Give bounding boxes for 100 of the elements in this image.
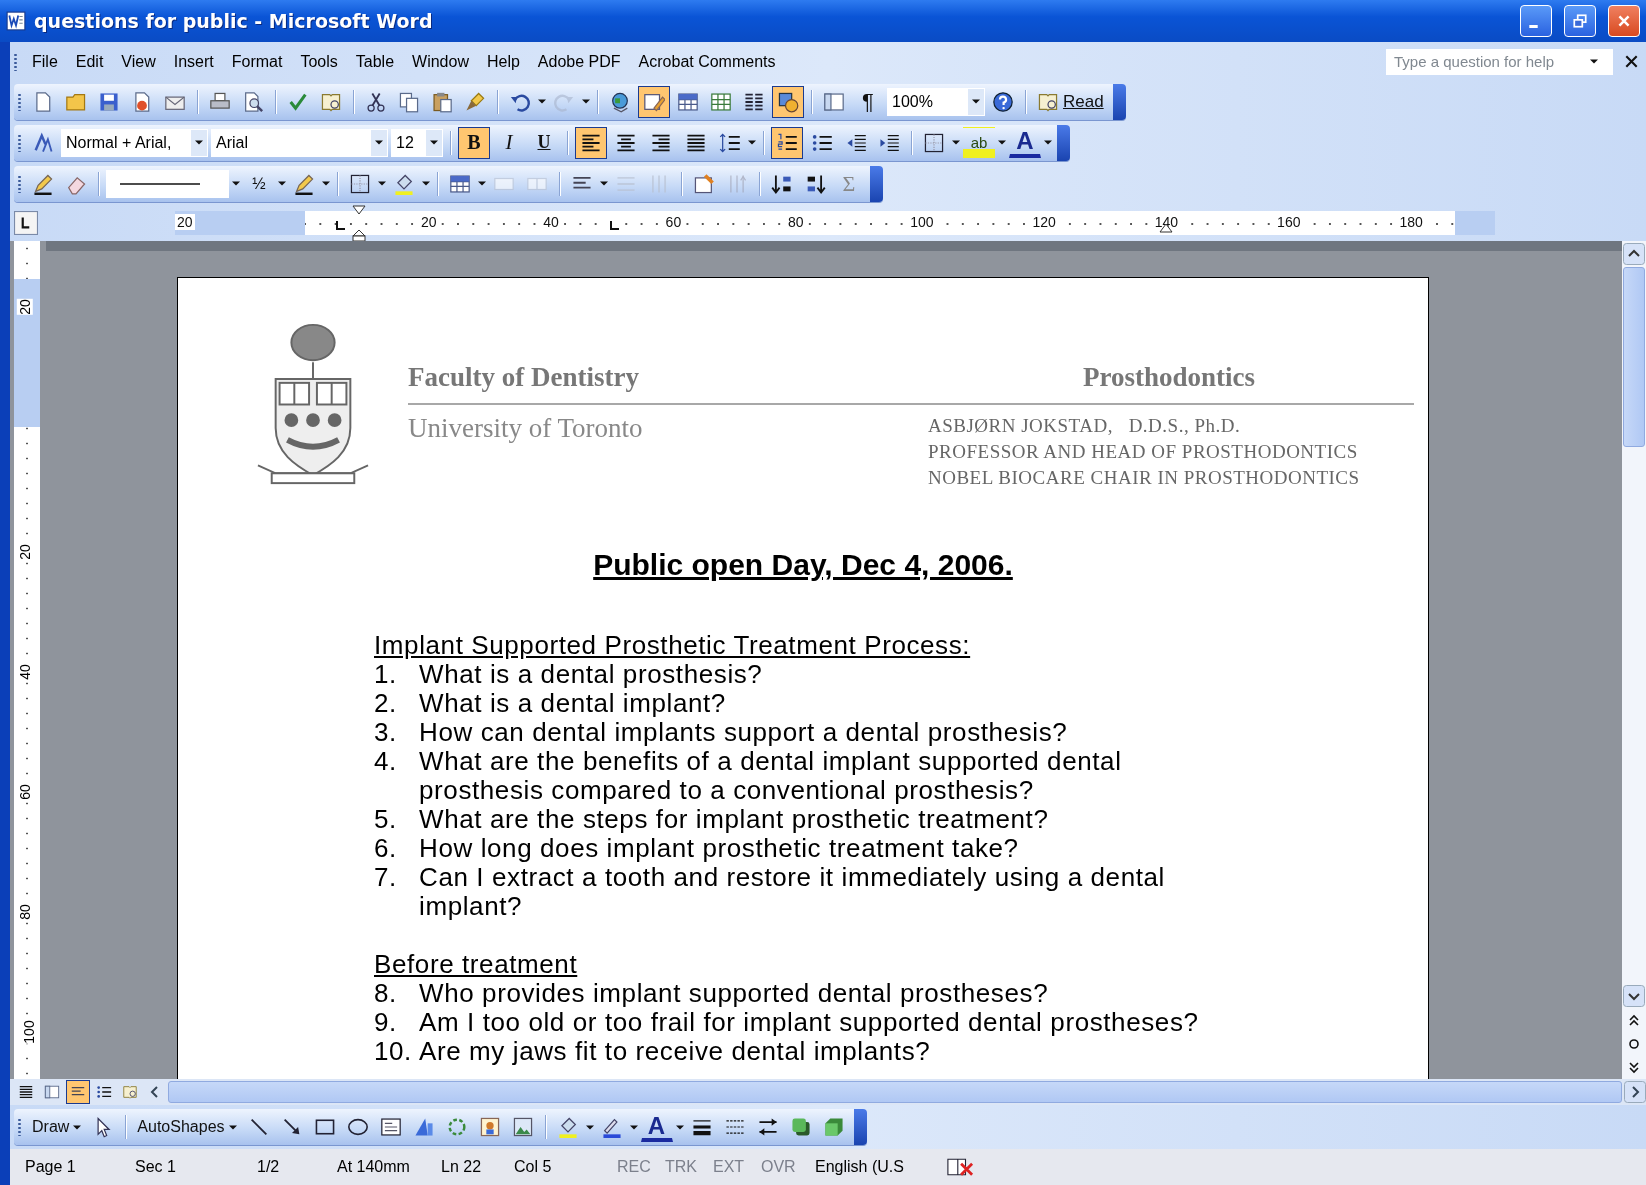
font-color-button[interactable]: A [1009,127,1041,158]
indent-marker-icon[interactable] [352,204,366,241]
restore-button[interactable] [1564,5,1596,37]
minimize-button[interactable] [1520,5,1552,37]
autoshapes-menu[interactable]: AutoShapes [133,1111,241,1143]
table-pencil-button[interactable] [638,85,670,118]
zoom-dropdown[interactable]: 100% [887,87,985,116]
copy-icon[interactable] [398,90,420,113]
line-spacing-icon[interactable] [719,131,741,154]
insert-table-icon[interactable] [449,172,471,195]
menu-item[interactable]: Help [479,50,527,73]
oval-icon[interactable] [346,1116,369,1138]
borders-icon[interactable] [923,131,945,154]
book-x-icon[interactable] [945,1156,975,1178]
italic-button[interactable]: I [493,126,525,159]
dropdown-arrow-icon[interactable] [952,140,960,145]
bold-button[interactable]: B [458,126,490,159]
grip-handle[interactable] [18,174,21,193]
scroll-up-icon[interactable] [1623,243,1645,265]
sort-ascending-icon[interactable] [771,172,793,195]
shading-icon[interactable] [393,172,415,195]
line-color-icon[interactable] [600,1116,623,1138]
menu-item[interactable]: Window [405,50,476,73]
shapes-button[interactable] [772,85,804,118]
dropdown-arrow-icon[interactable] [322,181,330,186]
dropdown-arrow-icon[interactable] [998,140,1006,145]
brush-icon[interactable] [464,90,486,113]
line-weight-button[interactable]: ½ [243,167,275,200]
menu-item[interactable]: View [114,50,163,73]
font-color-button[interactable]: A [640,1112,673,1142]
dropdown-arrow-icon[interactable] [538,99,546,104]
print-preview-icon[interactable] [242,90,264,113]
dropdown-arrow-icon[interactable] [378,181,386,186]
scroll-down-icon[interactable] [1623,985,1645,1007]
borders-icon[interactable] [349,172,371,195]
dropdown-arrow-icon[interactable] [478,181,486,186]
table-autoformat-icon[interactable] [693,172,715,195]
arrow-style-icon[interactable] [756,1116,779,1138]
menu-item[interactable]: Tools [293,50,345,73]
tab-stop-icon[interactable] [609,220,619,231]
paste-icon[interactable] [431,90,453,113]
scroll-right-icon[interactable] [1624,1081,1646,1103]
close-icon[interactable] [1625,55,1638,68]
grip-handle[interactable] [18,1118,21,1136]
menu-item[interactable]: Acrobat Comments [631,50,783,73]
dropdown-arrow-icon[interactable] [430,140,438,145]
text-box-icon[interactable] [379,1116,402,1138]
cut-icon[interactable] [365,90,387,113]
menu-item[interactable]: Edit [68,50,111,73]
styles-icon[interactable] [32,131,54,154]
line-style-dropdown[interactable] [106,169,229,198]
draw-table-icon[interactable] [32,172,54,195]
tab-selector-icon[interactable] [14,210,38,235]
close-button[interactable] [1608,5,1640,37]
dropdown-arrow-icon[interactable] [195,140,203,145]
help-icon[interactable] [992,90,1014,113]
align-left-button[interactable] [575,126,607,159]
tab-stop-icon[interactable] [335,220,345,231]
dropdown-arrow-icon[interactable] [972,99,980,104]
grip-handle[interactable] [18,133,21,152]
document-map-icon[interactable] [823,90,845,113]
toolbar-options-button[interactable] [853,1109,867,1145]
dropdown-arrow-icon[interactable] [1590,59,1598,64]
rectangle-icon[interactable] [313,1116,336,1138]
font-dropdown[interactable]: Arial [211,128,388,157]
highlight-button[interactable]: ab [963,126,995,159]
scroll-thumb[interactable] [1623,267,1645,447]
border-color-icon[interactable] [293,172,315,195]
save-icon[interactable] [98,90,120,113]
dropdown-arrow-icon[interactable] [600,181,608,186]
font-size-dropdown[interactable]: 12 [391,128,443,157]
vertical-scrollbar[interactable] [1622,241,1646,1079]
numbering-button[interactable] [771,126,803,159]
help-field[interactable]: Type a question for help [1386,48,1613,75]
print-layout-button[interactable] [66,1080,90,1104]
dropdown-arrow-icon[interactable] [582,99,590,104]
menu-item[interactable]: Insert [166,50,221,73]
dropdown-arrow-icon[interactable] [278,181,286,186]
dropdown-arrow-icon[interactable] [585,1124,594,1130]
dropdown-arrow-icon[interactable] [422,181,430,186]
dropdown-arrow-icon[interactable] [375,140,383,145]
dropdown-arrow-icon[interactable] [232,181,240,186]
menu-item[interactable]: Table [348,50,402,73]
dropdown-arrow-icon[interactable] [675,1124,684,1130]
table-icon[interactable] [677,90,699,113]
picture-icon[interactable] [511,1116,534,1138]
show-formatting-button[interactable]: ¶ [852,85,884,118]
menu-item[interactable]: Adobe PDF [530,50,628,73]
3d-style-icon[interactable] [822,1116,845,1138]
draw-menu[interactable]: Draw [28,1111,86,1143]
read-button[interactable]: Read [1033,85,1108,118]
toolbar-options-button[interactable] [870,165,883,202]
style-dropdown[interactable]: Normal + Arial, [61,128,208,157]
grip-handle[interactable] [18,92,21,111]
toolbar-options-button[interactable] [1057,124,1070,161]
globe-icon[interactable] [609,90,631,113]
grip-handle[interactable] [14,52,17,71]
dropdown-arrow-icon[interactable] [629,1124,638,1130]
clip-art-icon[interactable] [478,1116,501,1138]
spreadsheet-icon[interactable] [710,90,732,113]
